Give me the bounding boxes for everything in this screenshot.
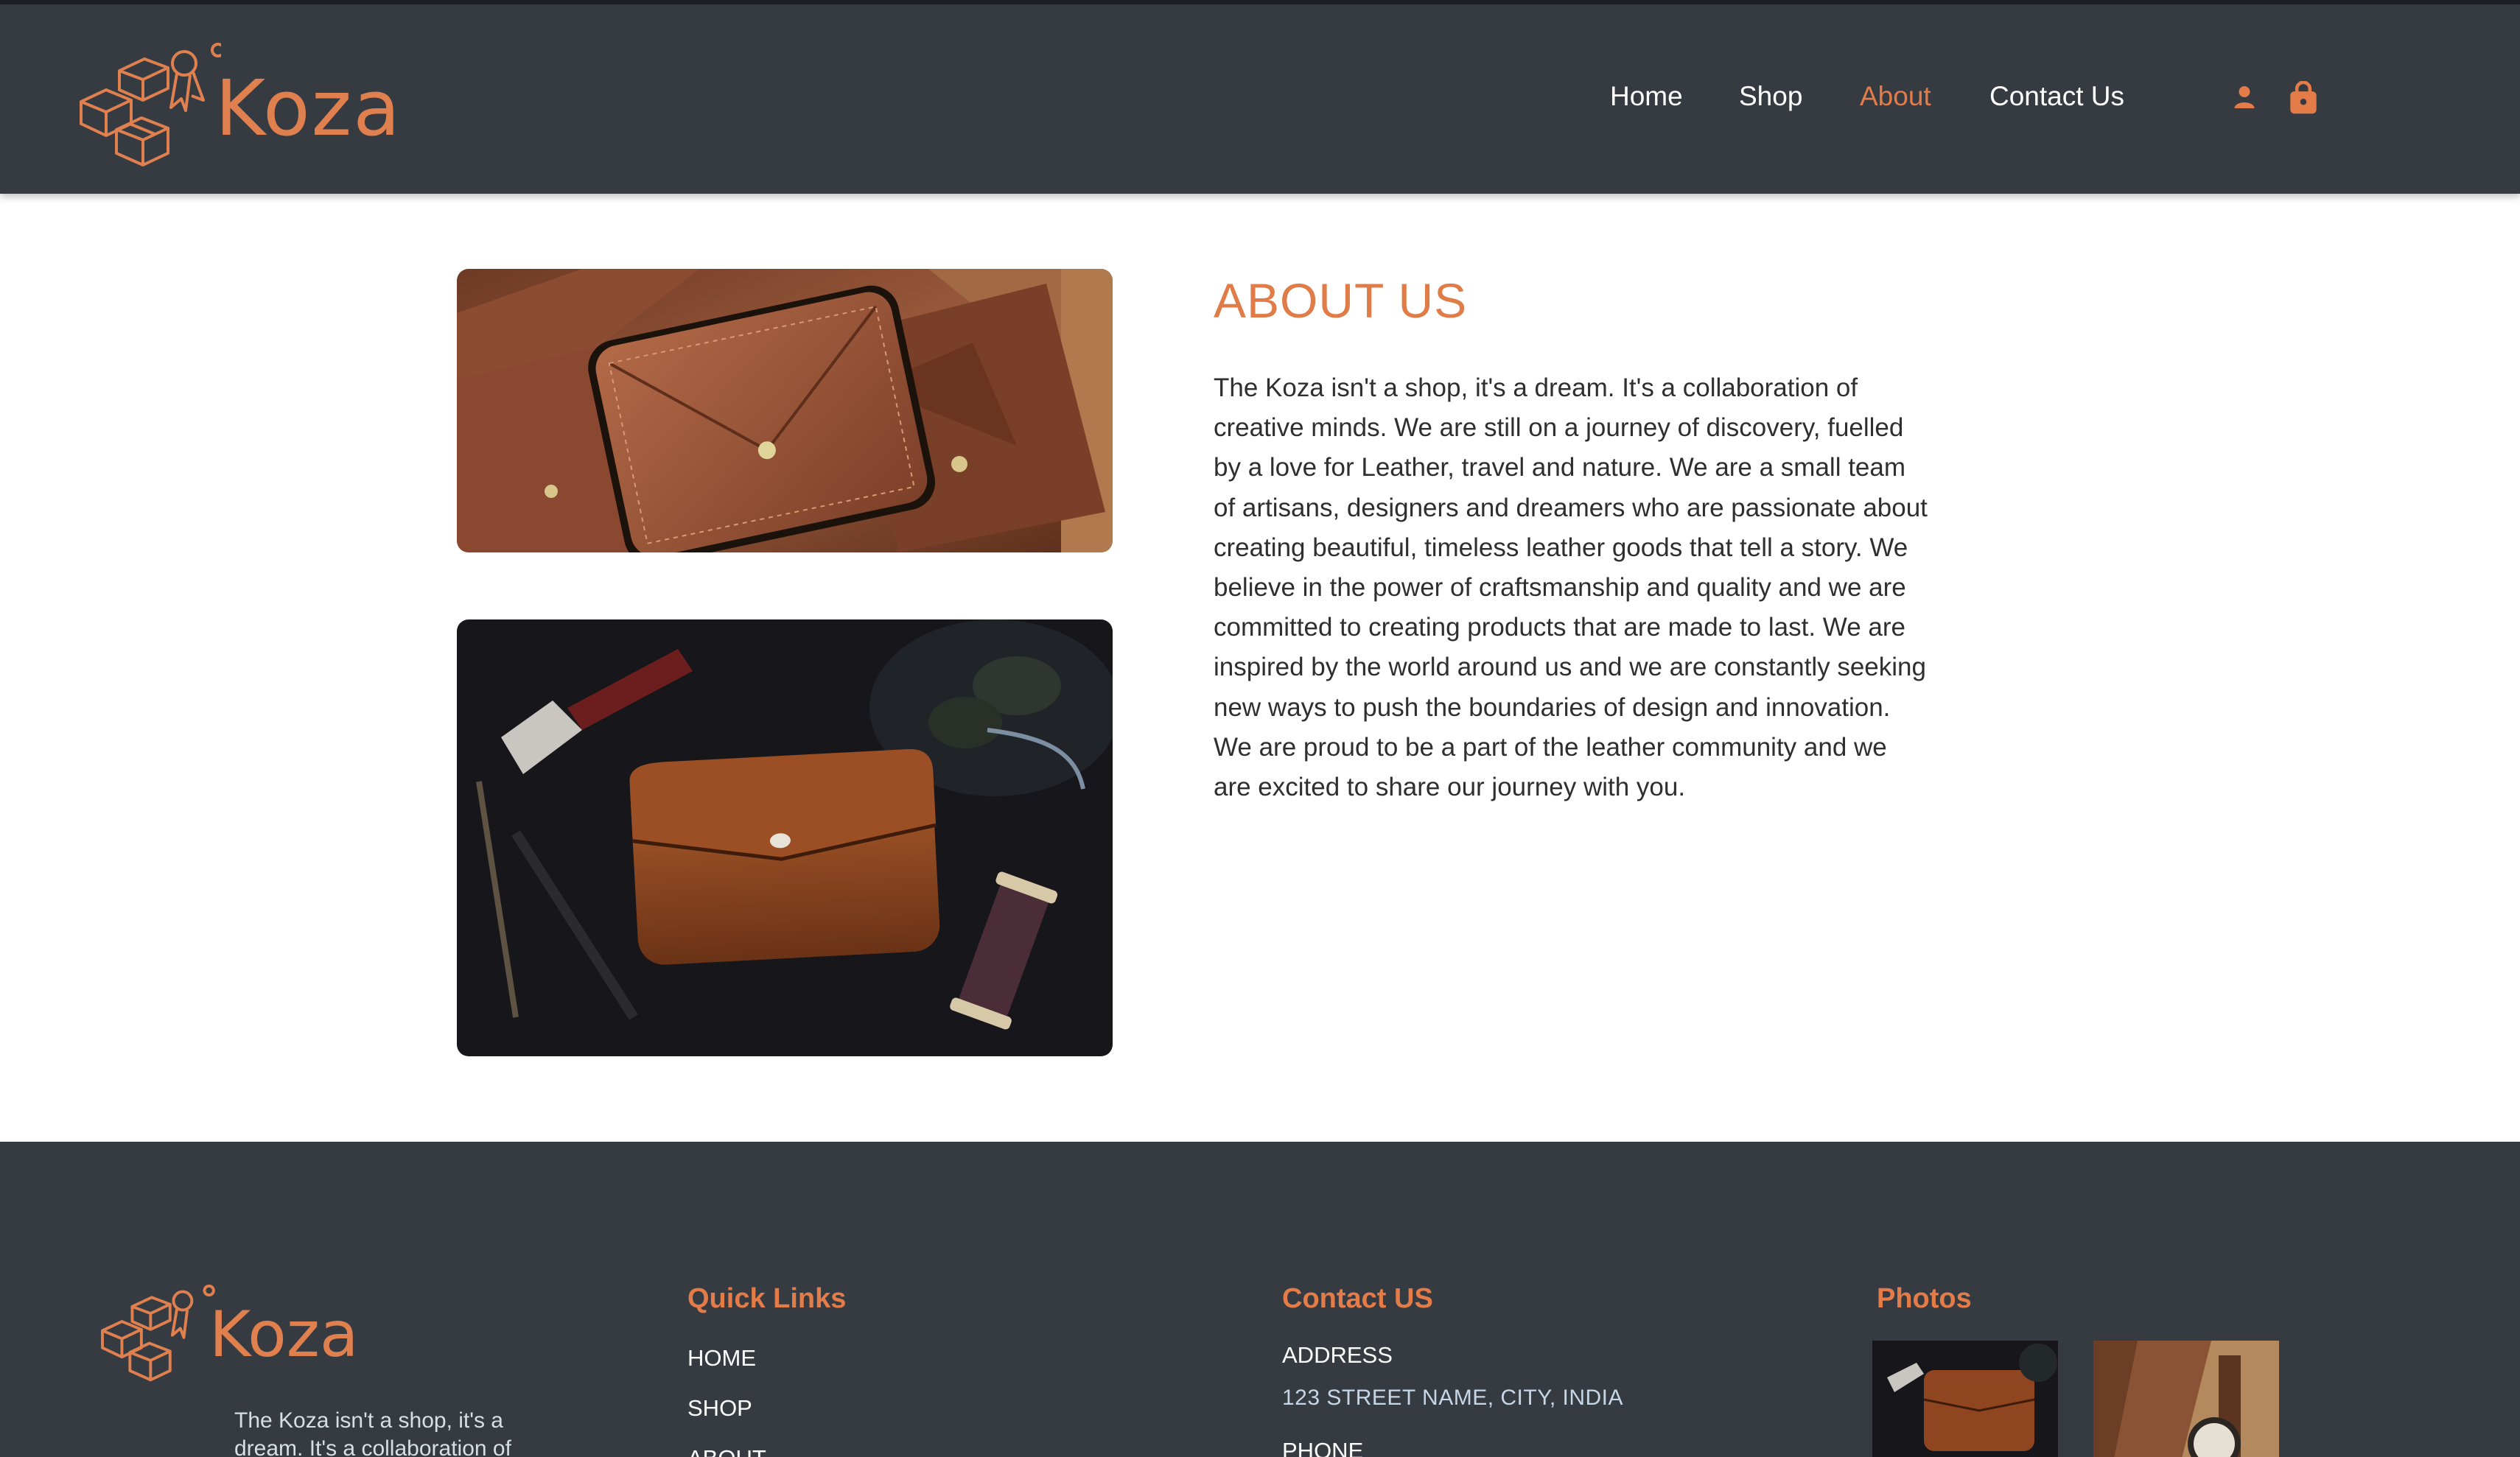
phone-label: PHONE <box>1282 1438 1364 1457</box>
footer-about-snippet: The Koza isn't a shop, it's a dream. It'… <box>234 1408 511 1457</box>
footer-brand-logo[interactable]: Koza <box>91 1280 359 1387</box>
nav-home[interactable]: Home <box>1610 81 1683 112</box>
about-title: ABOUT US <box>1214 273 1468 328</box>
user-icon[interactable] <box>2231 84 2258 110</box>
address-value: 123 STREET NAME, CITY, INDIA <box>1282 1386 1624 1410</box>
leather-clutch-image <box>457 619 1113 1056</box>
leather-clutch-photo <box>457 619 1113 1056</box>
footer-clutch-image <box>1872 1341 2058 1457</box>
nav-about[interactable]: About <box>1860 81 1931 112</box>
nav-shop[interactable]: Shop <box>1739 81 1802 112</box>
footer-link-about[interactable]: ABOUT <box>687 1445 766 1457</box>
about-body: The Koza isn't a shop, it's a dream. It'… <box>1214 373 1928 802</box>
contact-heading: Contact US <box>1282 1283 1433 1314</box>
leather-wallets-image <box>457 269 1113 552</box>
footer-boxes-logo-icon <box>101 1284 215 1382</box>
leather-wallets-photo <box>457 269 1113 552</box>
footer-wallet-watch-image <box>2093 1341 2279 1457</box>
nav-contact-us[interactable]: Contact Us <box>1989 81 2124 112</box>
footer-link-shop[interactable]: SHOP <box>687 1395 752 1422</box>
brand-name: Koza <box>215 63 402 153</box>
footer-photo-wallet-watch[interactable] <box>2093 1341 2279 1457</box>
quick-links-heading: Quick Links <box>687 1283 847 1314</box>
site-footer: Koza The Koza isn't a shop, it's a dream… <box>0 1142 2520 1457</box>
footer-link-home[interactable]: HOME <box>687 1345 756 1372</box>
boxes-logo-icon <box>80 43 221 166</box>
address-label: ADDRESS <box>1282 1342 1393 1368</box>
footer-photo-clutch[interactable] <box>1872 1341 2058 1457</box>
shopping-bag-icon[interactable] <box>2287 81 2320 115</box>
footer-brand-name: Koza <box>209 1298 359 1372</box>
photos-heading: Photos <box>1877 1283 1972 1314</box>
site-header: Koza Home Shop About Contact Us <box>0 4 2520 194</box>
